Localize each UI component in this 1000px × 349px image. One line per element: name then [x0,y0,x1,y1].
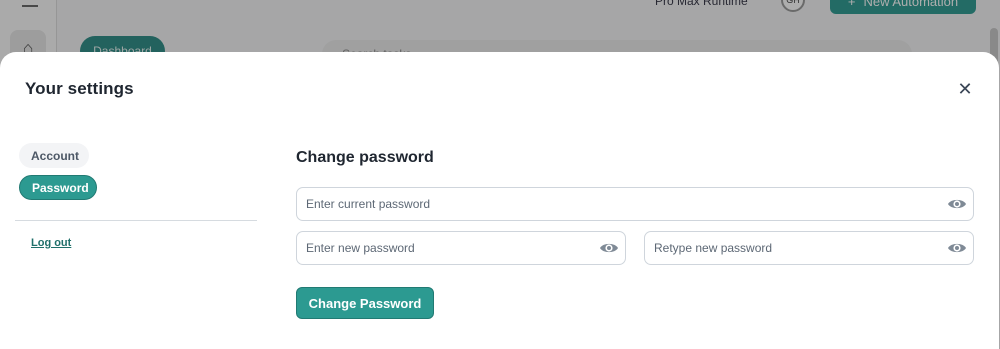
sidebar-divider [15,220,257,221]
new-password-input[interactable] [297,232,599,264]
new-password-field [296,231,626,265]
sidebar-item-password[interactable]: Password [19,175,97,200]
section-title: Change password [296,149,434,166]
retype-password-input[interactable] [645,232,947,264]
retype-password-field [644,231,974,265]
close-button[interactable]: ✕ [955,79,975,99]
current-password-input[interactable] [297,188,947,220]
current-password-field [296,187,974,221]
logout-link[interactable]: Log out [31,237,71,249]
modal-title: Your settings [25,79,134,98]
change-password-button[interactable]: Change Password [296,287,434,319]
eye-icon[interactable] [599,241,619,255]
settings-modal: Your settings ✕ Account Password Log out… [0,52,999,349]
eye-icon[interactable] [947,241,967,255]
sidebar-item-account[interactable]: Account [19,143,89,168]
sidebar-item-label: Account [31,148,79,163]
eye-icon[interactable] [947,197,967,211]
sidebar-item-label: Password [32,180,89,195]
close-icon: ✕ [957,79,973,99]
